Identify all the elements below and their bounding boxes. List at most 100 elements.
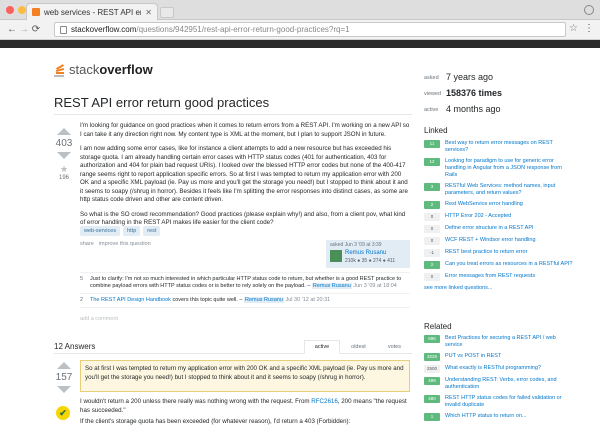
- list-item[interactable]: 12 Looking for paradigm to use for generi…: [424, 158, 574, 179]
- browser-menu-icon[interactable]: ⋮: [584, 23, 594, 34]
- stackoverflow-logo[interactable]: stackoverflow: [54, 62, 153, 77]
- downvote-arrow-icon[interactable]: [57, 386, 71, 393]
- tag-rest[interactable]: rest: [143, 226, 161, 236]
- rfc-link[interactable]: RFC2616: [311, 398, 337, 405]
- question-link[interactable]: PUT vs POST in REST: [445, 353, 501, 360]
- answer-paragraph: If the client's storage quota has been e…: [80, 418, 351, 425]
- url-host: stackoverflow.com: [71, 25, 137, 34]
- question-link[interactable]: RESTful Web Services: method names, inpu…: [445, 183, 574, 197]
- comment-score: 2: [80, 297, 84, 303]
- list-item[interactable]: 1 Which HTTP status to return on...: [424, 413, 574, 421]
- answer-blockquote: So at first I was tempted to return my a…: [80, 360, 410, 392]
- question-link[interactable]: HTTP Error 202 - Accepted: [445, 213, 511, 220]
- list-item[interactable]: 2 Can you treat errors as resources in a …: [424, 261, 574, 269]
- see-more-linked-link[interactable]: see more linked questions...: [424, 285, 574, 291]
- list-item[interactable]: 480 REST HTTP status codes for failed val…: [424, 395, 574, 409]
- comment-link[interactable]: The REST API Design Handbook: [90, 297, 171, 303]
- back-icon[interactable]: ←: [6, 24, 18, 35]
- list-item[interactable]: 0 Define error structure in a REST API: [424, 225, 574, 233]
- vote-count-badge: 0: [424, 273, 440, 281]
- stat-viewed-value: 158376 times: [446, 88, 503, 98]
- question-post-menu: share improve this question: [80, 241, 151, 247]
- vote-count-badge: 0: [424, 225, 440, 233]
- title-divider: [54, 114, 412, 115]
- close-window-button[interactable]: [6, 6, 14, 14]
- improve-question-link[interactable]: improve this question: [99, 241, 151, 247]
- tab-close-icon[interactable]: ✕: [145, 8, 152, 17]
- stack-logo-icon: [54, 63, 66, 77]
- question-link[interactable]: Looking for paradigm to use for generic …: [445, 158, 574, 179]
- add-comment-link[interactable]: add a comment: [80, 316, 118, 322]
- comment: 2 The REST API Design Handbook covers th…: [80, 294, 410, 308]
- comment-score: 5: [80, 276, 84, 282]
- question-paragraph: So what is the SO crowd recommendation? …: [80, 210, 406, 227]
- question-link[interactable]: Best way to return error messages on RES…: [445, 140, 574, 154]
- list-item[interactable]: 2 Rest WebService error handling: [424, 201, 574, 209]
- tag-http[interactable]: http: [123, 226, 141, 236]
- list-item[interactable]: 3226 PUT vs POST in REST: [424, 353, 574, 361]
- question-link[interactable]: Best Practices for securing a REST API /…: [445, 335, 574, 349]
- vote-count-badge: 11: [424, 140, 440, 148]
- question-link[interactable]: Define error structure in a REST API: [445, 225, 534, 232]
- stat-asked-label: asked: [424, 75, 439, 81]
- page-content: stackoverflow REST API error return good…: [0, 48, 600, 426]
- page-title[interactable]: REST API error return good practices: [54, 95, 269, 110]
- comment-user[interactable]: Remus Rusanu: [244, 297, 284, 303]
- list-item[interactable]: 0 WCF REST + Windsor error handling: [424, 237, 574, 245]
- list-item[interactable]: 696 Best Practices for securing a REST AP…: [424, 335, 574, 349]
- question-link[interactable]: Rest WebService error handling: [445, 201, 523, 208]
- question-link[interactable]: What exactly is RESTful programming?: [445, 365, 541, 372]
- tab-active[interactable]: active: [303, 340, 341, 354]
- comment-date: Jun 3 '09 at 18:04: [353, 283, 397, 289]
- vote-count-badge: 2500: [424, 365, 440, 373]
- question-link[interactable]: Can you treat errors as resources in a R…: [445, 261, 572, 268]
- question-link[interactable]: Understanding REST: Verbs, error codes, …: [445, 377, 574, 391]
- question-paragraph: I'm looking for guidance on good practic…: [80, 122, 410, 138]
- list-item[interactable]: 3 RESTful Web Services: method names, inp…: [424, 183, 574, 197]
- favorite-star-icon[interactable]: ★: [54, 164, 74, 175]
- stat-asked-value[interactable]: 7 years ago: [446, 72, 493, 82]
- vote-count-badge: 2: [424, 201, 440, 209]
- list-item[interactable]: 11 Best way to return error messages on R…: [424, 140, 574, 154]
- asker-name[interactable]: Remus Rusanu: [345, 250, 386, 256]
- question-link[interactable]: Which HTTP status to return on...: [445, 413, 527, 420]
- address-bar[interactable]: stackoverflow.com/questions/942951/rest-…: [54, 22, 566, 37]
- forward-icon[interactable]: →: [18, 24, 30, 35]
- new-tab-button[interactable]: [160, 7, 174, 18]
- answer-vote-cell: 157: [54, 362, 74, 393]
- topbar: [0, 40, 600, 48]
- tab-oldest[interactable]: oldest: [340, 340, 377, 354]
- list-item[interactable]: 0 Error messages from REST requests: [424, 273, 574, 281]
- downvote-arrow-icon[interactable]: [57, 152, 71, 159]
- answer-vote-count: 157: [55, 372, 73, 383]
- question-link[interactable]: WCF REST + Windsor error handling: [445, 237, 536, 244]
- vote-count-badge: 0: [424, 213, 440, 221]
- profile-icon[interactable]: [584, 5, 594, 15]
- list-item[interactable]: 499 Understanding REST: Verbs, error code…: [424, 377, 574, 391]
- list-item[interactable]: 0 HTTP Error 202 - Accepted: [424, 213, 574, 221]
- answer-sort-tabs: active oldest votes: [303, 340, 412, 354]
- tag-web-services[interactable]: web-services: [80, 226, 121, 236]
- stat-active-value[interactable]: 4 months ago: [446, 104, 501, 114]
- answers-count: 12 Answers: [54, 342, 96, 351]
- bookmark-star-icon[interactable]: ☆: [569, 23, 578, 34]
- question-link[interactable]: REST best practice to return error: [445, 249, 527, 256]
- asked-date: asked Jun 3 '09 at 3:39: [330, 242, 382, 248]
- browser-tab[interactable]: web services - REST API error ✕: [26, 3, 158, 20]
- upvote-arrow-icon[interactable]: [57, 128, 71, 135]
- related-heading: Related: [424, 322, 452, 331]
- tab-votes[interactable]: votes: [377, 340, 412, 354]
- question-link[interactable]: Error messages from REST requests: [445, 273, 535, 280]
- question-link[interactable]: REST HTTP status codes for failed valida…: [445, 395, 574, 409]
- upvote-arrow-icon[interactable]: [57, 362, 71, 369]
- reload-icon[interactable]: ⟳: [30, 24, 42, 35]
- minimize-window-button[interactable]: [18, 6, 26, 14]
- page-info-icon[interactable]: [60, 26, 67, 34]
- answers-header: 12 Answers active oldest votes: [54, 338, 412, 354]
- list-item[interactable]: 2500 What exactly is RESTful programming?: [424, 365, 574, 373]
- share-link[interactable]: share: [80, 241, 94, 247]
- avatar[interactable]: [330, 250, 342, 262]
- vote-count-badge: 696: [424, 335, 440, 343]
- comment-user[interactable]: Remus Rusanu: [311, 283, 352, 289]
- list-item[interactable]: -1 REST best practice to return error: [424, 249, 574, 257]
